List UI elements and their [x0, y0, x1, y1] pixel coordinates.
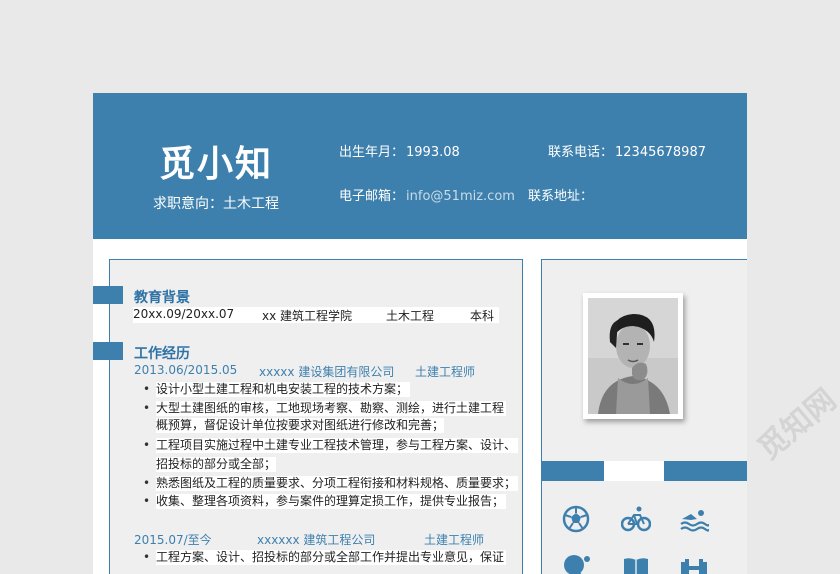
job-role: 土建工程师 [415, 365, 476, 379]
watermark: 觅知网 [751, 382, 840, 468]
candidate-name: 觅小知 [159, 144, 274, 185]
phone-info: 联系电话： 12345678987 [548, 141, 706, 160]
job-bullet-continuation: 概预算，督促设计单位按要求对图纸进行修改和完善； [156, 418, 445, 433]
address-label: 联系地址： [528, 189, 594, 204]
job-period: 2013.06/2015.05 [134, 363, 238, 377]
hobby-title-box [604, 461, 664, 481]
job-bullet: • 收集、整理各项资料，参与案件的理算定损工作，提供专业报告； [143, 494, 507, 509]
section-marker [93, 342, 123, 360]
job-intent: 求职意向：土木工程 [153, 193, 279, 213]
cycling-icon [621, 506, 651, 532]
job-period: 2015.07/至今 [134, 533, 212, 547]
pingpong-icon [564, 555, 590, 574]
education-title: 教育背景 [134, 290, 190, 306]
email-info: 电子邮箱： info@51miz.com [339, 185, 515, 204]
job-role: 土建工程师 [424, 533, 485, 547]
work-title: 工作经历 [134, 346, 190, 362]
phone-label: 联系电话： [548, 145, 614, 160]
job-bullet-continuation: 招投标的部分或全部； [156, 457, 277, 472]
education-school: xx 建筑工程学院 [262, 309, 353, 323]
portrait-image [588, 298, 678, 414]
job-header: 2015.07/至今 xxxxxx 建筑工程公司 土建工程师 [134, 531, 514, 547]
birth-value: 1993.08 [406, 145, 460, 160]
job-bullet: • 熟悉图纸及工程的质量要求、分项工程衔接和材料规格、质量要求； [143, 476, 519, 491]
intent-label: 求职意向： [153, 196, 223, 212]
email-label: 电子邮箱： [339, 189, 405, 204]
book-icon [624, 558, 648, 574]
section-marker [93, 286, 123, 304]
resume-header: 觅小知 求职意向：土木工程 出生年月： 1993.08 联系电话： 12345678… [93, 93, 747, 239]
education-degree: 本科 [470, 309, 495, 323]
address-info: 联系地址： [528, 185, 593, 204]
job-bullet: • 工程方案、设计、招投标的部分或全部工作并提出专业意见，保证 [143, 550, 507, 565]
education-period: 20xx.09/20xx.07 [133, 307, 235, 321]
job-bullet: • 工程项目实施过程中土建专业工程技术管理，参与工程方案、设计、 [143, 438, 519, 453]
profile-photo [583, 293, 683, 419]
phone-value: 12345678987 [615, 145, 706, 160]
job-company: xxxxxx 建筑工程公司 [257, 533, 376, 547]
intent-value: 土木工程 [223, 196, 279, 212]
email-value: info@51miz.com [406, 189, 515, 204]
job-bullet: • 大型土建图纸的审核，工地现场考察、勘察、测绘，进行土建工程 [143, 401, 507, 416]
education-major: 土木工程 [386, 309, 435, 323]
job-header: 2013.06/2015.05 xxxxx 建设集团有限公司 土建工程师 [134, 363, 514, 379]
hobby-bar [664, 461, 747, 481]
job-bullet: • 设计小型土建工程和机电安装工程的技术方案； [143, 382, 411, 397]
education-row: 20xx.09/20xx.07 xx 建筑工程学院 土木工程 本科 [133, 307, 499, 323]
resume-page: 觅小知 求职意向：土木工程 出生年月： 1993.08 联系电话： 12345678… [93, 93, 747, 574]
birth-info: 出生年月： 1993.08 [339, 141, 460, 160]
dumbbell-icon [681, 559, 707, 574]
soccer-icon [562, 505, 590, 533]
swimming-icon [680, 510, 709, 532]
job-company: xxxxx 建设集团有限公司 [259, 365, 395, 379]
birth-label: 出生年月： [339, 145, 405, 160]
hobby-bar [541, 461, 604, 481]
